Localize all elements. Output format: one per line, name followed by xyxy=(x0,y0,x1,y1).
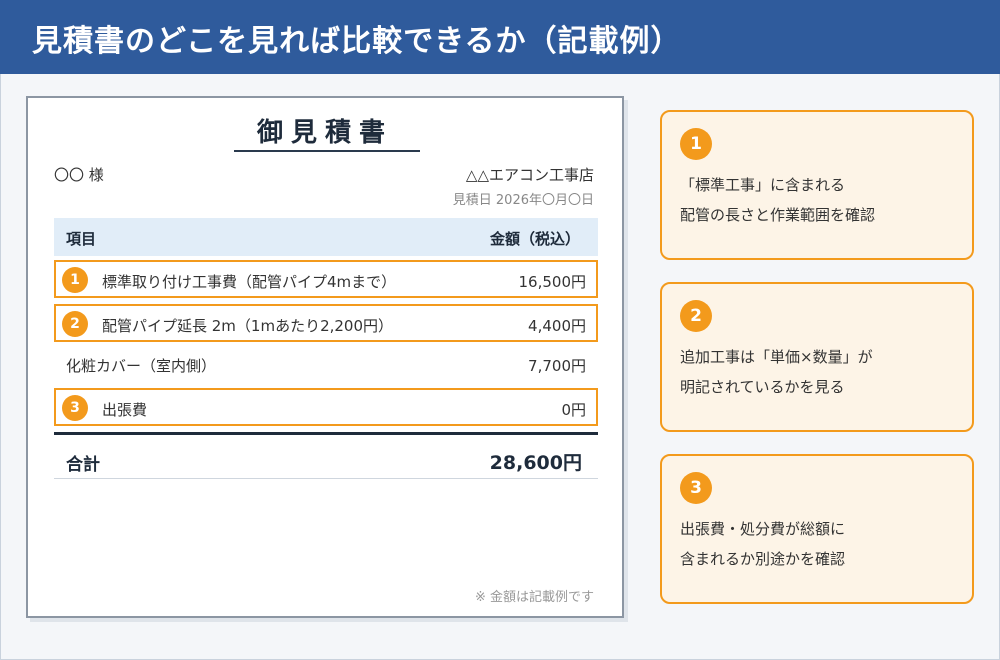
tip-card-2: 2 追加工事は「単価×数量」が 明記されているかを見る xyxy=(660,282,974,432)
total-divider xyxy=(54,432,598,435)
number-badge: 1 xyxy=(680,128,712,160)
tip-line: 含まれるか別途かを確認 xyxy=(680,550,846,568)
table-header: 項目 金額（税込） xyxy=(54,218,598,256)
row-label: 化粧カバー（室内側） xyxy=(66,357,217,375)
table-row: 3 出張費 0円 xyxy=(54,388,598,426)
column-header-item: 項目 xyxy=(66,230,97,248)
total-label: 合計 xyxy=(66,455,100,475)
number-badge: 3 xyxy=(62,395,88,421)
tip-text: 出張費・処分費が総額に 含まれるか別途かを確認 xyxy=(680,514,845,574)
recipient: 〇〇 様 xyxy=(54,166,104,184)
total-amount: 28,600円 xyxy=(489,452,582,474)
title-underline xyxy=(234,150,420,152)
number-badge: 2 xyxy=(680,300,712,332)
estimate-document: 御見積書 〇〇 様 △△エアコン工事店 見積日 2026年〇月〇日 項目 金額（… xyxy=(26,96,624,618)
tip-line: 出張費・処分費が総額に xyxy=(680,520,846,538)
footnote: ※ 金額は記載例です xyxy=(474,590,594,605)
total-bottom-divider xyxy=(54,478,598,479)
number-badge: 2 xyxy=(62,311,88,337)
tip-text: 「標準工事」に含まれる 配管の長さと作業範囲を確認 xyxy=(680,170,875,230)
table-row: 2 配管パイプ延長 2m（1mあたり2,200円） 4,400円 xyxy=(54,304,598,342)
number-badge: 1 xyxy=(62,267,88,293)
row-amount: 16,500円 xyxy=(518,273,587,291)
vendor-name: △△エアコン工事店 xyxy=(465,166,594,184)
estimate-date: 見積日 2026年〇月〇日 xyxy=(452,193,594,208)
tip-card-3: 3 出張費・処分費が総額に 含まれるか別途かを確認 xyxy=(660,454,974,604)
row-amount: 4,400円 xyxy=(528,317,586,335)
tip-line: 配管の長さと作業範囲を確認 xyxy=(680,206,876,224)
tip-text: 追加工事は「単価×数量」が 明記されているかを見る xyxy=(680,342,873,402)
column-header-amount: 金額（税込） xyxy=(489,230,580,248)
tip-line: 明記されているかを見る xyxy=(680,378,845,396)
row-label: 配管パイプ延長 2m（1mあたり2,200円） xyxy=(102,317,394,335)
document-title: 御見積書 xyxy=(256,118,393,148)
tip-line: 追加工事は「単価×数量」が xyxy=(680,348,873,366)
tip-card-1: 1 「標準工事」に含まれる 配管の長さと作業範囲を確認 xyxy=(660,110,974,260)
page-title: 見積書のどこを見れば比較できるか（記載例） xyxy=(32,24,682,59)
row-label: 出張費 xyxy=(102,401,148,419)
row-label: 標準取り付け工事費（配管パイプ4mまで） xyxy=(102,273,397,291)
tip-line: 「標準工事」に含まれる xyxy=(680,176,846,194)
header-bar: 見積書のどこを見れば比較できるか（記載例） xyxy=(0,0,1000,74)
table-row: 化粧カバー（室内側） 7,700円 xyxy=(54,346,598,384)
number-badge: 3 xyxy=(680,472,712,504)
row-amount: 7,700円 xyxy=(528,357,586,375)
table-row: 1 標準取り付け工事費（配管パイプ4mまで） 16,500円 xyxy=(54,260,598,298)
row-amount: 0円 xyxy=(561,401,586,419)
